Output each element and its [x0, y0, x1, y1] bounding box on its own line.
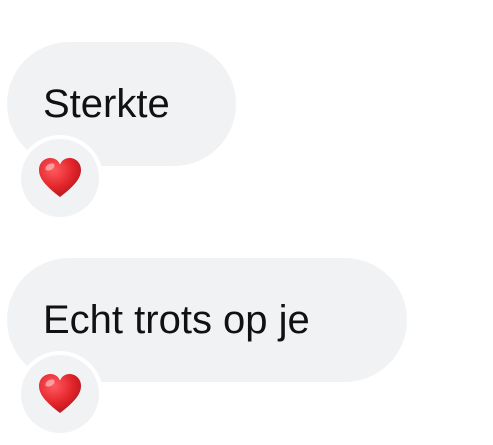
red-heart-icon [37, 157, 83, 199]
red-heart-icon-graphic [39, 158, 81, 197]
reaction-badge[interactable] [21, 355, 99, 433]
red-heart-icon [37, 373, 83, 415]
message-text: Sterkte [43, 82, 170, 126]
reaction-badge[interactable] [21, 139, 99, 217]
message-thread: Sterkte Echt trots op je [0, 0, 493, 445]
message-text: Echt trots op je [43, 298, 310, 342]
red-heart-icon-graphic [39, 374, 81, 413]
